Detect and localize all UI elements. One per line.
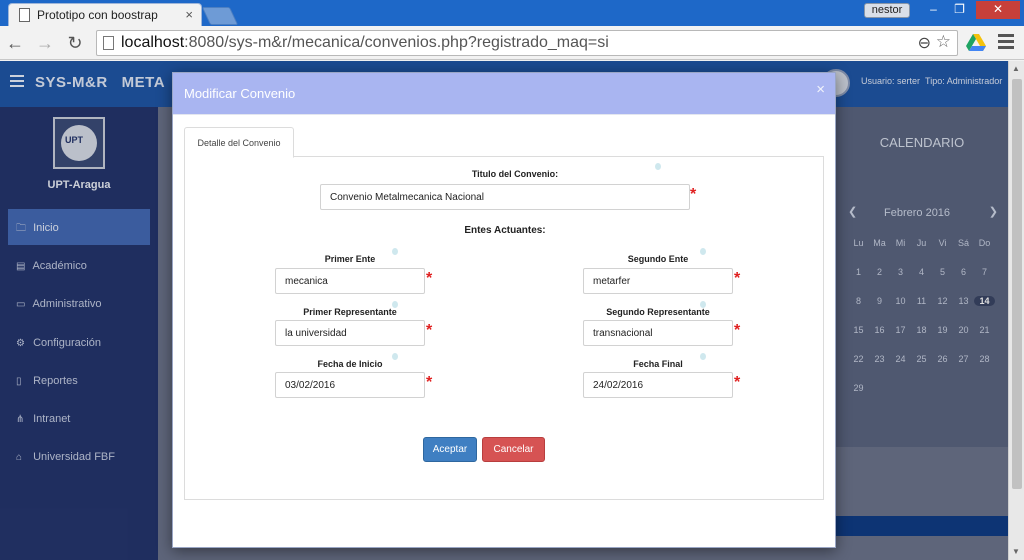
google-drive-icon[interactable] — [966, 34, 986, 52]
modal-close-icon[interactable]: × — [816, 81, 825, 98]
titulo-label: Titulo del Convenio: — [471, 169, 559, 179]
segundo-ente-input[interactable]: metarfer — [583, 268, 733, 294]
bookmark-star-icon[interactable]: ☆ — [936, 32, 951, 52]
profile-badge[interactable]: nestor — [864, 3, 910, 18]
agreement-form: Titulo del Convenio: Convenio Metalmecan… — [184, 157, 824, 500]
page-icon — [103, 36, 114, 50]
fecha-final-label: Fecha Final — [633, 359, 683, 369]
zoom-icon[interactable]: ⊖ — [918, 33, 931, 53]
browser-tab[interactable]: Prototipo con boostrap × — [8, 3, 202, 26]
modify-agreement-modal: Modificar Convenio × Detalle del Conveni… — [172, 72, 836, 548]
tab-detalle-convenio[interactable]: Detalle del Convenio — [184, 127, 294, 158]
segundo-representante-label: Segundo Representante — [606, 307, 710, 317]
new-tab-button[interactable] — [201, 7, 239, 25]
scroll-thumb[interactable] — [1012, 79, 1022, 489]
primer-ente-label: Primer Ente — [324, 254, 376, 264]
fecha-inicio-label: Fecha de Inicio — [317, 359, 383, 369]
browser-titlebar: Prototipo con boostrap × nestor – ❐ ✕ — [0, 0, 1024, 26]
modal-header: Modificar Convenio × — [173, 73, 835, 115]
url-field[interactable]: localhost:8080/sys-m&r/mecanica/convenio… — [96, 30, 958, 56]
url-host: localhost — [121, 34, 185, 51]
required-asterisk: * — [734, 322, 741, 339]
required-asterisk: * — [426, 374, 433, 391]
reload-icon[interactable]: ↻ — [64, 32, 86, 54]
forward-arrow-icon[interactable]: → — [34, 32, 56, 54]
required-asterisk: * — [734, 374, 741, 391]
fecha-final-input[interactable]: 24/02/2016 — [583, 372, 733, 398]
primer-ente-input[interactable]: mecanica — [275, 268, 425, 294]
scroll-up-arrow-icon[interactable]: ▲ — [1012, 64, 1020, 73]
cancel-button[interactable]: Cancelar — [482, 437, 545, 462]
page-icon — [19, 8, 30, 22]
field-dot-icon — [655, 163, 661, 170]
entes-heading: Entes Actuantes: — [464, 225, 546, 236]
chrome-menu-icon[interactable] — [998, 34, 1014, 50]
segundo-representante-input[interactable]: transnacional — [583, 320, 733, 346]
required-asterisk: * — [690, 186, 697, 203]
fecha-inicio-input[interactable]: 03/02/2016 — [275, 372, 425, 398]
maximize-icon[interactable]: ❐ — [946, 1, 973, 19]
minimize-icon[interactable]: – — [920, 1, 947, 19]
segundo-ente-label: Segundo Ente — [627, 254, 689, 264]
primer-representante-label: Primer Representante — [303, 307, 397, 317]
modal-tabs: Detalle del Convenio — [184, 127, 824, 158]
required-asterisk: * — [734, 270, 741, 287]
tab-title: Prototipo con boostrap — [37, 8, 158, 22]
scroll-down-arrow-icon[interactable]: ▼ — [1012, 547, 1020, 556]
url-path: :8080/sys-m&r/mecanica/convenios.php?reg… — [184, 34, 609, 51]
primer-representante-input[interactable]: la universidad — [275, 320, 425, 346]
back-arrow-icon[interactable]: ← — [4, 32, 26, 54]
titulo-input[interactable]: Convenio Metalmecanica Nacional — [320, 184, 690, 210]
required-asterisk: * — [426, 322, 433, 339]
tab-close-icon[interactable]: × — [185, 7, 193, 22]
modal-title: Modificar Convenio — [184, 86, 296, 101]
window-close-icon[interactable]: ✕ — [976, 1, 1020, 19]
page-scrollbar[interactable]: ▲ ▼ — [1008, 61, 1024, 560]
browser-toolbar: ← → ↻ localhost:8080/sys-m&r/mecanica/co… — [0, 26, 1024, 60]
required-asterisk: * — [426, 270, 433, 287]
accept-button[interactable]: Aceptar — [423, 437, 477, 462]
